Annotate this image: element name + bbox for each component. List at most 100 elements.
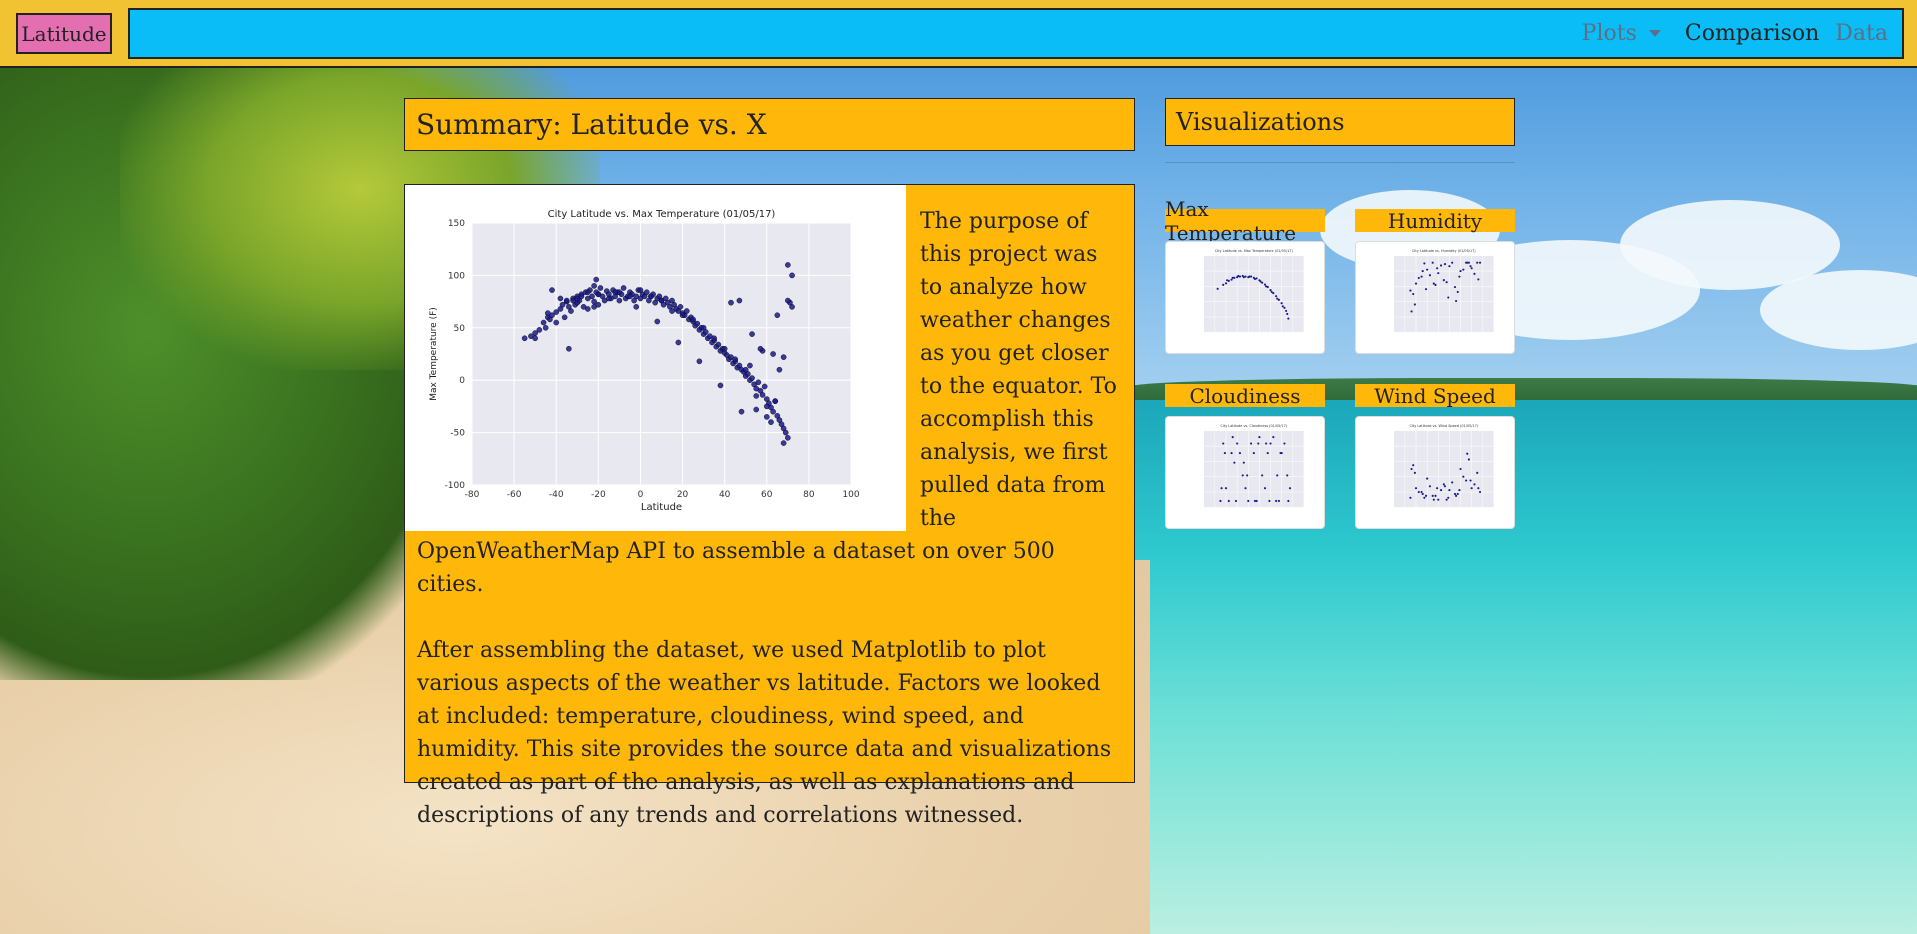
data-point xyxy=(1470,267,1473,270)
data-point xyxy=(1476,471,1479,474)
data-point xyxy=(1219,499,1222,503)
data-point xyxy=(1437,498,1440,501)
scatter-thumbnail-icon: City Latitude vs. Humidity (01/05/17) xyxy=(1393,249,1495,333)
data-point xyxy=(1413,303,1416,306)
data-point xyxy=(1259,280,1262,283)
data-point xyxy=(1275,499,1278,503)
data-point xyxy=(1258,436,1261,439)
data-point xyxy=(1270,290,1273,293)
data-point xyxy=(1421,269,1424,273)
data-point xyxy=(1263,487,1267,490)
nav-links: Plots Comparison Data xyxy=(1574,10,1896,57)
data-point xyxy=(1417,490,1420,494)
data-point xyxy=(1280,302,1283,305)
data-point xyxy=(1458,275,1461,278)
data-point xyxy=(1241,474,1244,477)
data-point xyxy=(1458,489,1461,492)
data-point xyxy=(1432,498,1435,501)
data-point xyxy=(1473,483,1476,486)
data-point xyxy=(1477,278,1480,281)
data-point xyxy=(1231,436,1234,439)
thumb-humidity[interactable]: City Latitude vs. Humidity (01/05/17) xyxy=(1355,241,1515,354)
scatter-thumbnail-icon: City Latitude vs. Cloudiness (01/05/17) xyxy=(1203,424,1305,508)
data-point xyxy=(1478,490,1482,494)
data-point xyxy=(1432,282,1435,285)
data-point xyxy=(1423,262,1426,265)
vis-label-cloudiness: Cloudiness xyxy=(1165,384,1325,408)
data-point xyxy=(1453,286,1457,289)
plot-area xyxy=(1203,430,1304,508)
brand-button[interactable]: Latitude xyxy=(16,13,112,54)
data-point xyxy=(1414,487,1418,490)
data-point xyxy=(1266,452,1269,455)
data-point xyxy=(1424,494,1428,497)
data-point xyxy=(1466,452,1469,455)
data-point xyxy=(1465,479,1468,482)
vis-label-max-temperature: Max Temperature xyxy=(1165,197,1325,245)
data-point xyxy=(1448,265,1451,268)
data-point xyxy=(1478,261,1482,264)
data-point xyxy=(1286,474,1289,477)
data-point xyxy=(1236,442,1239,445)
data-point xyxy=(1469,265,1472,268)
data-point xyxy=(1412,292,1415,296)
data-point xyxy=(1417,276,1420,280)
data-point xyxy=(1252,452,1255,455)
data-point xyxy=(1409,496,1412,499)
data-point xyxy=(1276,474,1279,477)
data-point xyxy=(1431,494,1434,497)
divider xyxy=(1165,162,1515,163)
data-point xyxy=(1473,272,1476,275)
summary-text: The purpose of this project was to analy… xyxy=(417,205,1120,865)
data-point xyxy=(1437,272,1440,275)
nav-data[interactable]: Data xyxy=(1827,21,1896,46)
data-point xyxy=(1263,283,1267,286)
thumb-cloudiness[interactable]: City Latitude vs. Cloudiness (01/05/17) xyxy=(1165,416,1325,529)
nav-comparison[interactable]: Comparison xyxy=(1677,21,1827,46)
data-point xyxy=(1436,267,1439,270)
data-point xyxy=(1276,297,1279,300)
data-point xyxy=(1428,485,1432,488)
data-point xyxy=(1445,281,1448,284)
data-point xyxy=(1439,264,1443,267)
data-point xyxy=(1281,305,1284,308)
thumb-max-temperature[interactable]: City Latitude vs. Max Temperature (01/05… xyxy=(1165,241,1325,354)
navbar: Latitude Plots Comparison Data xyxy=(0,0,1917,68)
data-point xyxy=(1443,263,1447,266)
data-point xyxy=(1434,494,1437,497)
thumbnail-title: City Latitude vs. Cloudiness (01/05/17) xyxy=(1221,424,1288,428)
data-point xyxy=(1447,296,1450,299)
data-point xyxy=(1248,275,1251,278)
vis-label-humidity: Humidity xyxy=(1355,209,1515,233)
data-point xyxy=(1453,492,1457,496)
data-point xyxy=(1288,487,1292,490)
data-point xyxy=(1277,499,1280,503)
data-point xyxy=(1455,494,1458,497)
data-point xyxy=(1412,464,1415,467)
data-point xyxy=(1222,442,1225,445)
data-point xyxy=(1476,261,1479,264)
data-point xyxy=(1451,481,1454,484)
vis-label-wind-speed: Wind Speed xyxy=(1355,384,1515,408)
data-point xyxy=(1224,487,1228,490)
data-point xyxy=(1420,490,1423,494)
summary-paragraph: After assembling the dataset, we used Ma… xyxy=(417,638,1112,828)
data-point xyxy=(1230,278,1233,281)
data-point xyxy=(1283,442,1286,445)
data-point xyxy=(1439,489,1443,492)
nav-links-bar: Plots Comparison Data xyxy=(128,8,1904,59)
data-point xyxy=(1477,487,1480,490)
data-point xyxy=(1283,306,1286,309)
nav-plots-dropdown[interactable]: Plots xyxy=(1574,21,1677,46)
data-point xyxy=(1253,499,1257,503)
data-point xyxy=(1462,268,1465,271)
data-point xyxy=(1414,282,1418,285)
plot-area xyxy=(1393,430,1494,508)
plot-area xyxy=(1203,255,1304,333)
data-point xyxy=(1459,467,1462,471)
thumb-wind-speed[interactable]: City Latitude vs. Wind Speed (01/05/17) xyxy=(1355,416,1515,529)
data-point xyxy=(1420,275,1423,278)
data-point xyxy=(1456,290,1459,294)
data-point xyxy=(1216,287,1219,290)
data-point xyxy=(1410,467,1413,471)
